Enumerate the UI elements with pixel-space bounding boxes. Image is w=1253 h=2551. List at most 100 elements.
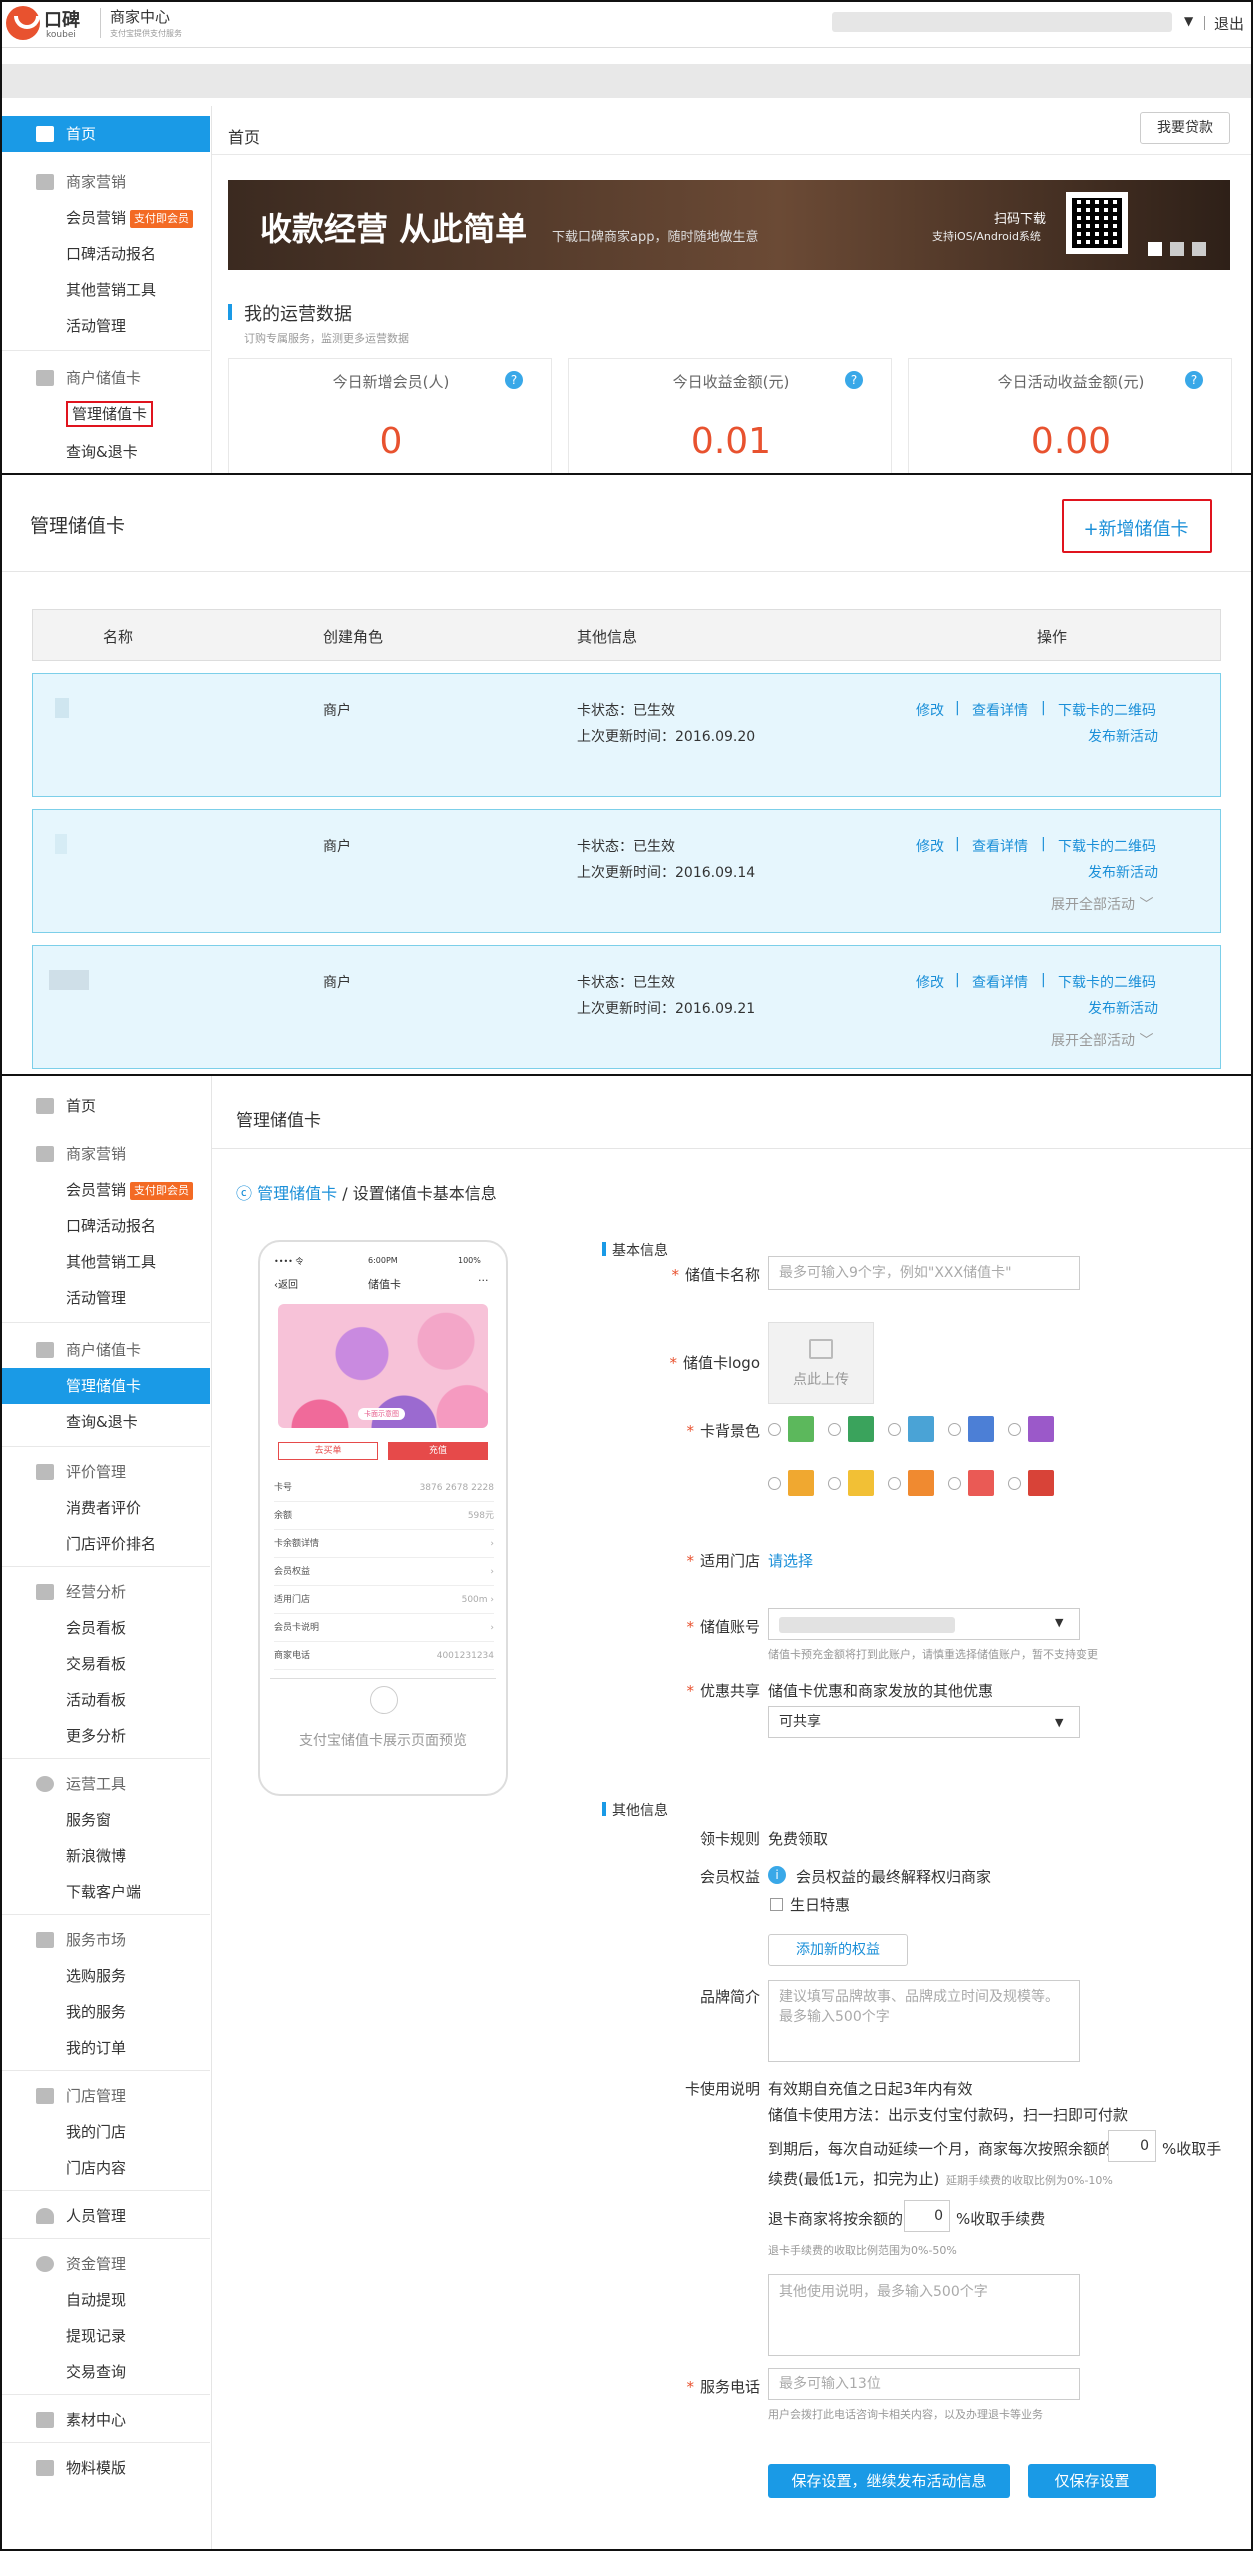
help-icon[interactable]: ? xyxy=(845,371,863,389)
download-qrcode-link[interactable]: 下载卡的二维码 xyxy=(1058,700,1156,720)
add-card-button[interactable]: +新增储值卡 xyxy=(1076,515,1196,541)
account-select[interactable]: ▼ xyxy=(768,1608,1080,1640)
color-radio[interactable] xyxy=(768,1423,781,1436)
color-swatch[interactable] xyxy=(788,1416,814,1442)
publish-activity-link[interactable]: 发布新活动 xyxy=(1088,862,1158,882)
color-swatch[interactable] xyxy=(788,1470,814,1496)
color-radio[interactable] xyxy=(1008,1423,1021,1436)
brand-intro-textarea[interactable]: 建议填写品牌故事、品牌成立时间及规模等。最多输入500个字 xyxy=(768,1980,1080,2062)
color-swatch[interactable] xyxy=(968,1416,994,1442)
breadcrumb-back-link[interactable]: 管理储值卡 xyxy=(257,1184,337,1203)
sidebar-item-consumer-review[interactable]: 消费者评价 xyxy=(2,1490,210,1526)
sidebar-section-review[interactable]: 评价管理 xyxy=(2,1454,210,1490)
sidebar-item-withdraw-records[interactable]: 提现记录 xyxy=(2,2318,210,2354)
sidebar-item-other-tools[interactable]: 其他营销工具 xyxy=(2,1244,210,1280)
sidebar-section-service-market[interactable]: 服务市场 xyxy=(2,1922,210,1958)
carousel-dot[interactable] xyxy=(1192,242,1206,256)
color-swatch[interactable] xyxy=(1028,1416,1054,1442)
sidebar-item-activity-mgmt[interactable]: 活动管理 xyxy=(2,308,210,344)
help-icon[interactable]: ? xyxy=(505,371,523,389)
view-detail-link[interactable]: 查看详情 xyxy=(972,972,1028,992)
sidebar-item-more-analysis[interactable]: 更多分析 xyxy=(2,1718,210,1754)
sidebar-item-sina-weibo[interactable]: 新浪微博 xyxy=(2,1838,210,1874)
color-swatch[interactable] xyxy=(908,1416,934,1442)
color-swatch[interactable] xyxy=(848,1416,874,1442)
edit-link[interactable]: 修改 xyxy=(916,836,944,856)
sidebar-item-koubei-signup[interactable]: 口碑活动报名 xyxy=(2,236,210,272)
sidebar-item-other-tools[interactable]: 其他营销工具 xyxy=(2,272,210,308)
sidebar-item-activity-board[interactable]: 活动看板 xyxy=(2,1682,210,1718)
account-name[interactable] xyxy=(832,12,1172,32)
sidebar-section-store[interactable]: 门店管理 xyxy=(2,2078,210,2114)
sidebar-item-manage-card[interactable]: 管理储值卡 xyxy=(2,1368,210,1404)
expand-activities-link[interactable]: 展开全部活动 ﹀ xyxy=(1051,1030,1153,1050)
edit-link[interactable]: 修改 xyxy=(916,972,944,992)
sidebar-item-auto-withdraw[interactable]: 自动提现 xyxy=(2,2282,210,2318)
sidebar-item-my-service[interactable]: 我的服务 xyxy=(2,1994,210,2030)
sidebar-item-trade-query[interactable]: 交易查询 xyxy=(2,2354,210,2390)
color-radio[interactable] xyxy=(828,1477,841,1490)
sidebar-item-activity-mgmt[interactable]: 活动管理 xyxy=(2,1280,210,1316)
expand-activities-link[interactable]: 展开全部活动 ﹀ xyxy=(1051,894,1153,914)
sidebar-item-manage-card[interactable]: 管理储值卡 xyxy=(2,396,210,432)
sidebar-item-trade-board[interactable]: 交易看板 xyxy=(2,1646,210,1682)
chevron-down-icon[interactable]: ▼ xyxy=(1184,14,1193,28)
sidebar-section-stored-card[interactable]: 商户储值卡 xyxy=(2,360,210,396)
color-swatch[interactable] xyxy=(848,1470,874,1496)
color-swatch[interactable] xyxy=(1028,1470,1054,1496)
save-and-publish-button[interactable]: 保存设置，继续发布活动信息 xyxy=(768,2464,1010,2498)
sidebar-item-my-stores[interactable]: 我的门店 xyxy=(2,2114,210,2150)
color-radio[interactable] xyxy=(1008,1477,1021,1490)
publish-activity-link[interactable]: 发布新活动 xyxy=(1088,998,1158,1018)
service-phone-input[interactable]: 最多可输入13位 xyxy=(768,2368,1080,2400)
add-rights-button[interactable]: 添加新的权益 xyxy=(768,1934,908,1966)
download-qrcode-link[interactable]: 下载卡的二维码 xyxy=(1058,836,1156,856)
view-detail-link[interactable]: 查看详情 xyxy=(972,836,1028,856)
help-icon[interactable]: ? xyxy=(1185,371,1203,389)
sidebar-section-template[interactable]: 物料模版 xyxy=(2,2450,210,2486)
download-qrcode-link[interactable]: 下载卡的二维码 xyxy=(1058,972,1156,992)
sidebar-item-my-orders[interactable]: 我的订单 xyxy=(2,2030,210,2066)
sidebar-item-query-refund[interactable]: 查询&退卡 xyxy=(2,434,210,470)
sidebar-item-member-marketing[interactable]: 会员营销 支付即会员 xyxy=(2,1172,210,1208)
sidebar-section-staff[interactable]: 人员管理 xyxy=(2,2198,210,2234)
extension-fee-input[interactable]: 0 xyxy=(1108,2130,1156,2162)
view-detail-link[interactable]: 查看详情 xyxy=(972,700,1028,720)
sidebar-item-service-window[interactable]: 服务窗 xyxy=(2,1802,210,1838)
sidebar-item-member-board[interactable]: 会员看板 xyxy=(2,1610,210,1646)
loan-button[interactable]: 我要贷款 xyxy=(1140,112,1230,144)
sidebar-item-store-content[interactable]: 门店内容 xyxy=(2,2150,210,2186)
other-usage-textarea[interactable]: 其他使用说明，最多输入500个字 xyxy=(768,2274,1080,2356)
color-radio[interactable] xyxy=(828,1423,841,1436)
back-circle-icon[interactable]: ⓒ xyxy=(236,1184,252,1203)
logout-link[interactable]: 退出 xyxy=(1214,13,1244,34)
carousel-dot[interactable] xyxy=(1170,242,1184,256)
sidebar-section-analysis[interactable]: 经营分析 xyxy=(2,1574,210,1610)
sidebar-item-home[interactable]: 首页 xyxy=(2,1088,210,1124)
sidebar-item-store-rank[interactable]: 门店评价排名 xyxy=(2,1526,210,1562)
color-radio[interactable] xyxy=(888,1477,901,1490)
sidebar-section-stored-card[interactable]: 商户储值卡 xyxy=(2,1332,210,1368)
card-name-input[interactable]: 最多可输入9个字，例如"XXX储值卡" xyxy=(768,1256,1080,1290)
logo-upload-box[interactable]: 点此上传 xyxy=(768,1322,874,1404)
color-radio[interactable] xyxy=(948,1477,961,1490)
sidebar-section-marketing[interactable]: 商家营销 xyxy=(2,164,210,200)
sidebar-item-member-marketing[interactable]: 会员营销 支付即会员 xyxy=(2,200,210,236)
sidebar-section-fund[interactable]: 资金管理 xyxy=(2,2246,210,2282)
sidebar-section-material[interactable]: 素材中心 xyxy=(2,2402,210,2438)
color-radio[interactable] xyxy=(948,1423,961,1436)
sidebar-item-select-service[interactable]: 选购服务 xyxy=(2,1958,210,1994)
sidebar-item-query-refund[interactable]: 查询&退卡 xyxy=(2,1404,210,1440)
birthday-checkbox[interactable] xyxy=(770,1898,783,1911)
carousel-dot[interactable] xyxy=(1148,242,1162,256)
share-select[interactable]: 可共享 ▼ xyxy=(768,1706,1080,1738)
color-radio[interactable] xyxy=(768,1477,781,1490)
sidebar-item-koubei-signup[interactable]: 口碑活动报名 xyxy=(2,1208,210,1244)
color-swatch[interactable] xyxy=(908,1470,934,1496)
save-only-button[interactable]: 仅保存设置 xyxy=(1028,2464,1156,2498)
color-radio[interactable] xyxy=(888,1423,901,1436)
sidebar-item-home[interactable]: 首页 xyxy=(2,116,210,152)
edit-link[interactable]: 修改 xyxy=(916,700,944,720)
publish-activity-link[interactable]: 发布新活动 xyxy=(1088,726,1158,746)
sidebar-item-download-client[interactable]: 下载客户端 xyxy=(2,1874,210,1910)
